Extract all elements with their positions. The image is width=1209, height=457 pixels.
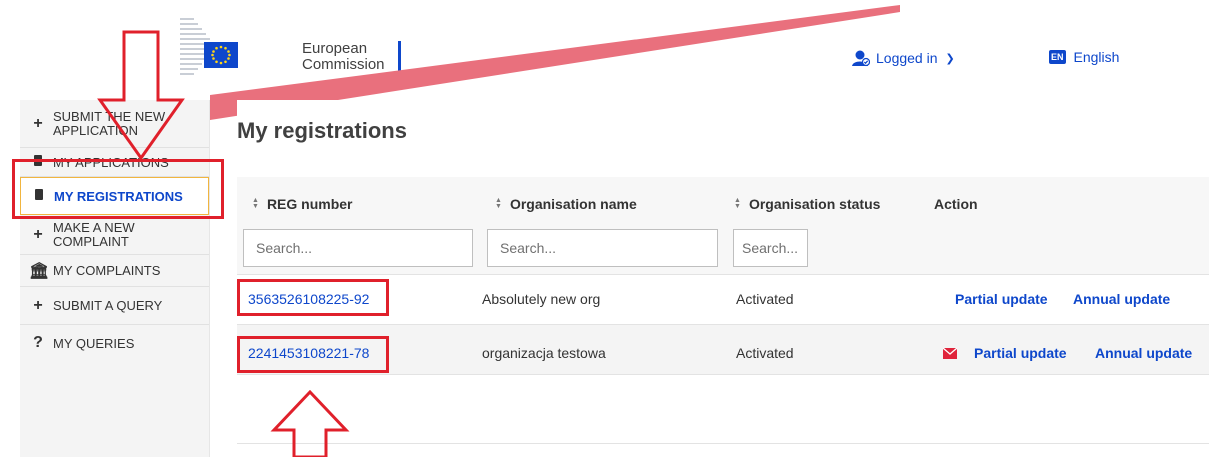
user-icon [852,50,870,67]
column-header-label: Organisation status [748,196,881,212]
column-header-reg-number[interactable]: ▲ ▼ REG number [252,196,353,212]
reg-number-link[interactable]: 3563526108225-92 [248,291,369,307]
site-header: European Commission Acceptance Logged in… [0,0,1209,120]
main-content: My registrations ▲ ▼ REG number ▲ ▼ Organi… [237,100,1209,457]
table-row: 2241453108221-78 organizacja testowa Act… [237,324,1209,374]
organisation-name-cell: organizacja testowa [482,345,606,361]
sort-icon: ▲ ▼ [252,197,259,210]
table-footer [237,443,1209,457]
sidebar-item-submit-query[interactable]: + SUBMIT A QUERY [20,287,209,325]
column-header-label: Action [934,196,978,212]
sidebar-item-submit-new-application[interactable]: + SUBMIT THE NEW APPLICATION [20,100,209,148]
sort-icon: ▲ ▼ [734,197,741,210]
acceptance-label: Acceptance [833,15,914,42]
sidebar-item-my-complaints[interactable]: 🏛 MY COMPLAINTS [20,255,209,287]
logo-line-1: European [302,40,368,57]
sidebar-item-label: MY REGISTRATIONS [54,188,183,204]
plus-icon: + [33,225,43,243]
page-title: My registrations [237,118,407,143]
column-header-label: Organisation name [509,196,637,212]
user-menu[interactable]: Logged in ❯ [852,49,955,67]
sidebar-item-my-queries[interactable]: ? MY QUERIES [20,325,209,361]
organisation-status-cell: Activated [736,291,794,307]
language-label: English [1073,49,1120,65]
document-icon [30,187,48,205]
reg-number-link[interactable]: 2241453108221-78 [248,345,369,361]
sidebar-item-my-registrations[interactable]: MY REGISTRATIONS [20,177,209,215]
logo-text: European Commission [302,41,385,73]
column-header-organisation-status[interactable]: ▲ ▼ Organisation status [734,196,880,212]
plus-icon: + [33,296,43,314]
table-header: ▲ ▼ REG number ▲ ▼ Organisation name ▲ ▼ Or… [237,177,1209,229]
plus-icon: + [33,114,43,132]
logo-line-2: Commission [302,56,385,73]
search-input-organisation-name[interactable] [487,229,718,267]
sidebar-item-label: MY COMPLAINTS [53,263,161,278]
organisation-status-cell: Activated [736,345,794,361]
envelope-icon[interactable] [942,346,958,362]
column-header-action: Action [934,196,978,212]
column-header-organisation-name[interactable]: ▲ ▼ Organisation name [495,196,637,212]
sidebar-item-label: SUBMIT THE NEW APPLICATION [53,108,166,138]
partial-update-link[interactable]: Partial update [974,345,1067,361]
sort-icon: ▲ ▼ [495,197,502,210]
organisation-name-cell: Absolutely new org [482,291,601,307]
annual-update-link[interactable]: Annual update [1073,291,1170,307]
eu-flag-icon [204,42,238,68]
user-menu-label: Logged in [876,50,938,66]
table-row: 3563526108225-92 Absolutely new org Acti… [237,274,1209,324]
sidebar-item-label: MY QUERIES [53,335,135,351]
chevron-down-icon: ❯ [945,52,955,65]
sidebar-item-label: SUBMIT A QUERY [53,298,163,313]
table-empty-area [237,374,1209,443]
registrations-table: ▲ ▼ REG number ▲ ▼ Organisation name ▲ ▼ Or… [237,177,1209,443]
institution-icon: 🏛 [29,262,50,280]
sidebar-item-label: MAKE A NEW COMPLAINT [53,219,135,249]
sidebar-item-label: MY APPLICATIONS [53,154,169,170]
column-header-label: REG number [266,196,353,212]
sidebar-item-make-new-complaint[interactable]: + MAKE A NEW COMPLAINT [20,215,209,255]
partial-update-link[interactable]: Partial update [955,291,1048,307]
question-icon: ? [33,334,43,351]
european-commission-logo[interactable]: European Commission [180,18,410,80]
search-input-reg-number[interactable] [243,229,473,267]
language-code-badge: EN [1049,50,1066,64]
language-selector[interactable]: EN English [1049,49,1119,65]
sidebar-nav: + SUBMIT THE NEW APPLICATION MY APPLICAT… [20,100,210,457]
search-input-organisation-status[interactable] [733,229,808,267]
sidebar-item-my-applications[interactable]: MY APPLICATIONS [20,148,209,177]
logo-divider [398,41,401,75]
annual-update-link[interactable]: Annual update [1095,345,1192,361]
document-icon [29,153,47,171]
